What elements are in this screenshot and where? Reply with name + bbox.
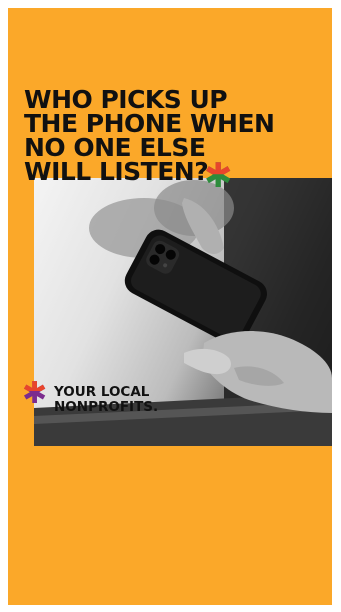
headline: WHO PICKS UP THE PHONE WHEN NO ONE ELSE … <box>24 87 324 186</box>
asterisk-icon: ✱ ✱ <box>22 379 47 409</box>
page: WHO PICKS UP THE PHONE WHEN NO ONE ELSE … <box>0 0 341 612</box>
tagline-line-1: YOUR LOCAL <box>54 384 150 400</box>
headline-line-4: WILL LISTEN? <box>24 157 209 186</box>
asterisk-icon: ✱ ✱ <box>204 159 233 193</box>
poster: WHO PICKS UP THE PHONE WHEN NO ONE ELSE … <box>8 8 332 605</box>
tagline-line-2: NONPROFITS. <box>54 399 159 415</box>
tagline: YOUR LOCAL NONPROFITS. <box>54 385 158 415</box>
